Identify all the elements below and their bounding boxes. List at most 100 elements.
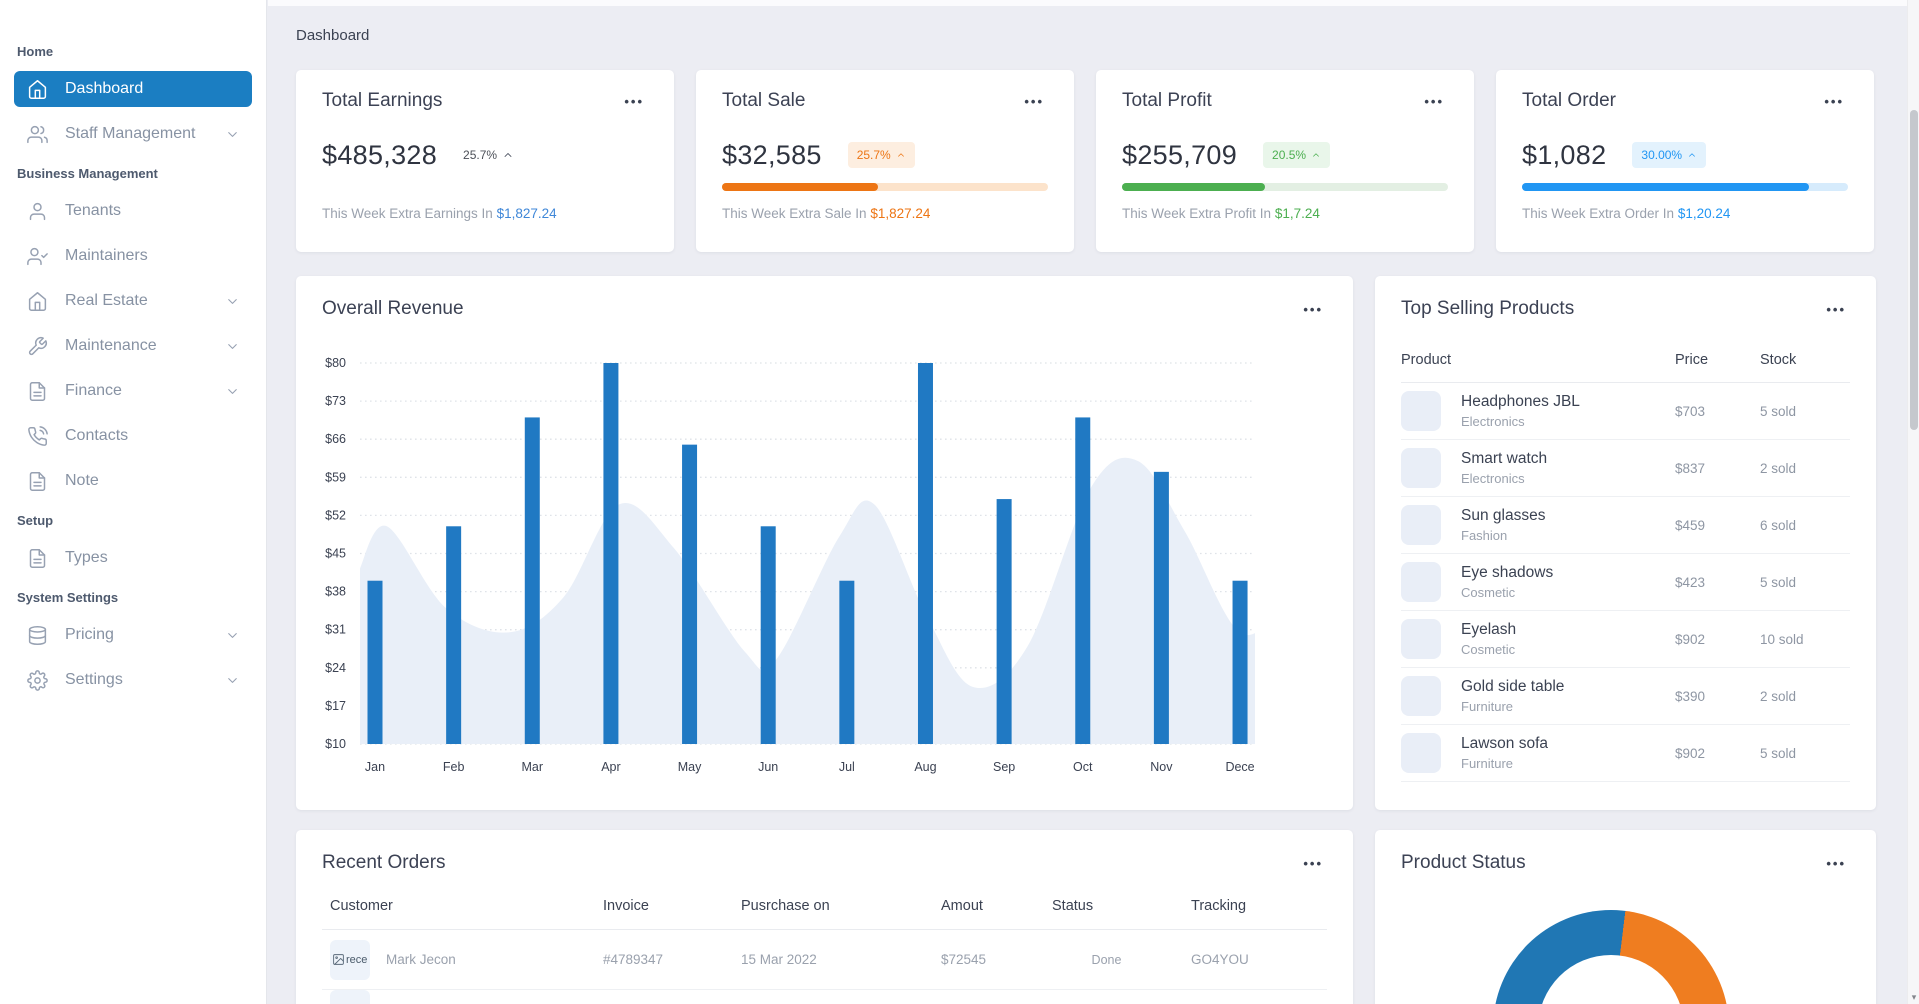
products-table-body: Headphones JBL Electronics $703 5 sold Smart… (1401, 383, 1850, 782)
more-options-icon[interactable]: ••• (1822, 299, 1850, 320)
column-purchase-on: Pusrchase on (741, 898, 830, 914)
sidebar-section-label: Setup (17, 513, 54, 528)
stat-card-total-sale: Total Sale ••• $32,585 25.7% This Week Extra… (696, 70, 1074, 252)
product-name-block: Eyelash Cosmetic (1461, 621, 1516, 657)
stat-value-row: $255,709 20.5% (1122, 138, 1448, 172)
more-options-icon[interactable]: ••• (1420, 91, 1448, 112)
overall-revenue-card: $10 $17 $24 $31 $38 $45 $52 $59 $66 $73 $80 Jan Feb M… (296, 276, 1353, 810)
x-axis-tick-label: Apr (601, 760, 620, 774)
product-name-block: Smart watch Electronics (1461, 450, 1547, 486)
more-options-icon[interactable]: ••• (1822, 853, 1850, 874)
chevron-up-icon (896, 150, 906, 160)
more-options-icon[interactable]: ••• (620, 91, 648, 112)
sidebar-section-label: Business Management (17, 166, 158, 181)
y-axis-tick-label: $66 (325, 432, 346, 446)
product-price: $837 (1675, 460, 1706, 476)
donut-hole (1538, 955, 1684, 1004)
product-category: Fashion (1461, 528, 1508, 543)
sidebar-item-maintainers[interactable]: Maintainers (14, 238, 252, 274)
sidebar-item-maintenance[interactable]: Maintenance (14, 328, 252, 364)
progress-bar-track (1522, 183, 1848, 191)
product-category: Furniture (1461, 699, 1514, 714)
page-scrollbar[interactable]: ▾ (1907, 0, 1919, 1004)
home-icon (27, 291, 48, 312)
x-axis-tick-label: Jan (365, 760, 385, 774)
scrollbar-thumb[interactable] (1910, 110, 1918, 430)
orders-table-header: Customer Invoice Pusrchase on Amout Stat… (322, 898, 1327, 930)
y-axis-tick-label: $17 (325, 699, 346, 713)
product-thumbnail (1401, 391, 1441, 431)
product-thumbnail (1401, 505, 1441, 545)
more-options-icon[interactable]: ••• (1299, 299, 1327, 320)
stat-value-row: $1,082 30.00% (1522, 138, 1848, 172)
chevron-down-icon (225, 294, 240, 309)
revenue-bar-jan (367, 580, 383, 744)
change-percent: 25.7% (463, 148, 514, 162)
revenue-bar-sep (996, 499, 1012, 744)
stat-value: $255,709 (1122, 139, 1238, 170)
stat-card-footer: This Week Extra Profit In $1,7.24 (1122, 206, 1320, 221)
overall-revenue-chart: $10 $17 $24 $31 $38 $45 $52 $59 $66 $73 $80 Jan Feb M… (325, 356, 1255, 774)
breadcrumb: Dashboard (296, 27, 370, 44)
more-options-icon[interactable]: ••• (1820, 91, 1848, 112)
stat-cards-row: Total Earnings ••• $485,328 25.7% This Week … (296, 70, 1876, 252)
stat-card-head: Total Profit ••• (1122, 90, 1448, 112)
product-stock: 5 sold (1760, 574, 1797, 590)
customer-avatar-broken-image: rece (330, 939, 370, 980)
y-axis-tick-label: $38 (325, 585, 346, 599)
revenue-bar-mar (524, 417, 540, 744)
sidebar-item-finance[interactable]: Finance (14, 373, 252, 409)
more-options-icon[interactable]: ••• (1020, 91, 1048, 112)
chevron-down-icon (225, 127, 240, 142)
product-stock: 5 sold (1760, 403, 1797, 419)
product-cell: Lawson sofa Furniture (1401, 733, 1675, 773)
product-name-block: Eye shadows Cosmetic (1461, 564, 1553, 600)
sidebar-item-label: Maintainers (65, 247, 148, 264)
scrollbar-down-arrow[interactable]: ▾ (1908, 992, 1919, 1003)
order-invoice: #4789347 (603, 952, 664, 967)
product-cell: Eyelash Cosmetic (1401, 619, 1675, 659)
home-icon (27, 79, 48, 100)
product-row: Headphones JBL Electronics $703 5 sold (1401, 383, 1850, 440)
sidebar-item-contacts[interactable]: Contacts (14, 418, 252, 454)
column-invoice: Invoice (603, 898, 649, 914)
x-axis-tick-label: Feb (443, 760, 465, 774)
column-product: Product (1401, 352, 1451, 368)
chevron-up-icon (502, 149, 514, 161)
sidebar-item-settings[interactable]: Settings (14, 662, 252, 698)
product-price: $459 (1675, 517, 1706, 533)
x-axis-tick-label: Jun (758, 760, 778, 774)
product-name: Gold side table (1461, 678, 1565, 695)
stat-card-total-profit: Total Profit ••• $255,709 20.5% This Week Ex… (1096, 70, 1474, 252)
stat-value: $485,328 (322, 139, 438, 170)
chevron-down-icon (225, 339, 240, 354)
y-axis-tick-label: $31 (325, 623, 346, 637)
more-options-icon[interactable]: ••• (1299, 853, 1327, 874)
progress-bar-fill (1522, 183, 1809, 191)
product-cell: Sun glasses Fashion (1401, 505, 1675, 545)
product-name-block: Gold side table Furniture (1461, 678, 1564, 714)
sidebar-item-real-estate[interactable]: Real Estate (14, 283, 252, 319)
user-icon (27, 201, 48, 222)
file-icon (27, 548, 48, 569)
sidebar-item-types[interactable]: Types (14, 540, 252, 576)
stat-card-title: Total Sale (722, 90, 806, 111)
sidebar-item-tenants[interactable]: Tenants (14, 193, 252, 229)
sidebar-item-pricing[interactable]: Pricing (14, 617, 252, 653)
product-status-card: Product Status ••• (1375, 830, 1876, 1004)
sidebar-item-label: Pricing (65, 626, 114, 643)
top-selling-title: Top Selling Products (1401, 298, 1575, 319)
sidebar-section-label: Home (17, 44, 54, 59)
stat-value-row: $485,328 25.7% (322, 138, 648, 172)
sidebar-item-note[interactable]: Note (14, 463, 252, 499)
revenue-bar-feb (446, 526, 462, 744)
sidebar-item-dashboard[interactable]: Dashboard (14, 71, 252, 107)
products-table-header: Product Price Stock (1401, 352, 1850, 383)
file-icon (27, 471, 48, 492)
progress-bar-track (1122, 183, 1448, 191)
wrench-icon (27, 336, 48, 357)
product-name: Sun glasses (1461, 507, 1546, 524)
sidebar-item-staff-management[interactable]: Staff Management (14, 116, 252, 152)
revenue-bar-aug (917, 363, 933, 744)
product-status-donut-chart (1493, 910, 1729, 1004)
